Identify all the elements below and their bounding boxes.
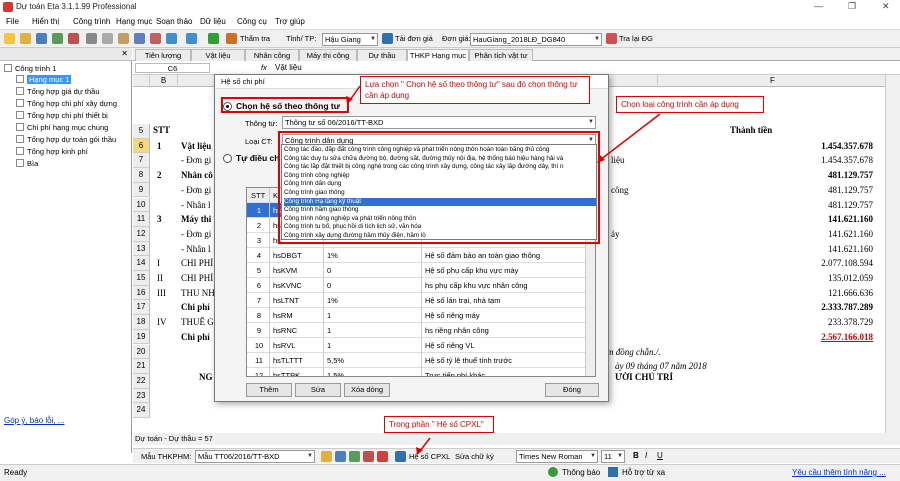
arrow-to-option <box>349 85 361 101</box>
annotation-arrows <box>346 85 661 455</box>
arrow-to-type <box>599 113 661 161</box>
arrow-to-cpxl <box>419 437 431 452</box>
